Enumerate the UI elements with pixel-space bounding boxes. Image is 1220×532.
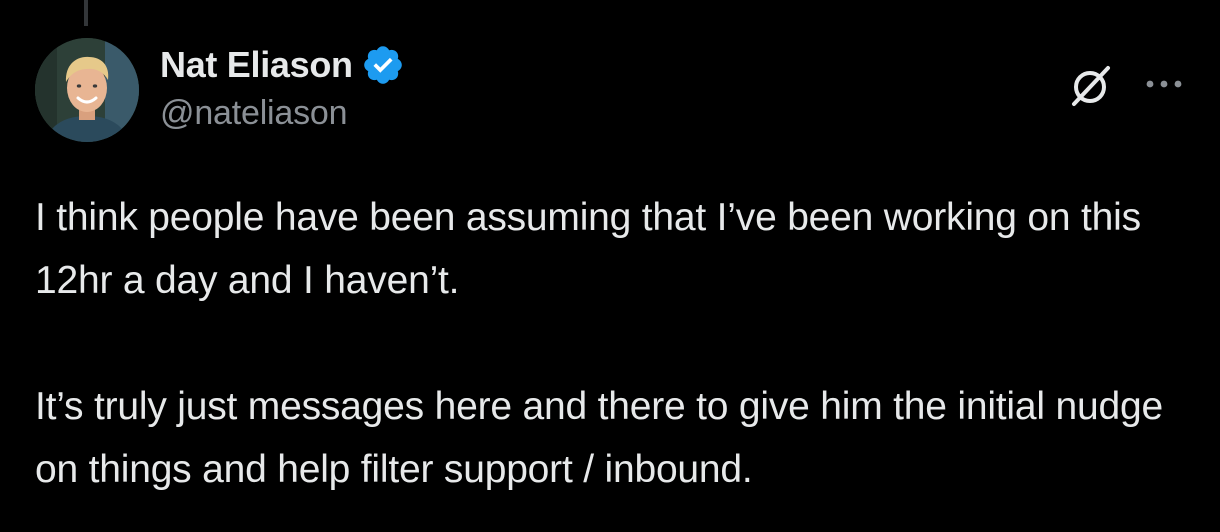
tweet-paragraph: It’s truly just messages here and there … bbox=[35, 385, 1163, 491]
tweet-author: Nat Eliason @nateliason bbox=[160, 42, 405, 133]
thread-connector-line bbox=[84, 0, 88, 26]
grok-icon[interactable] bbox=[1066, 60, 1116, 110]
avatar[interactable] bbox=[35, 38, 139, 142]
more-icon[interactable] bbox=[1140, 64, 1188, 104]
tweet-text: I think people have been assuming that I… bbox=[35, 186, 1195, 501]
tweet-paragraph: I think people have been assuming that I… bbox=[35, 196, 1141, 302]
author-name-row: Nat Eliason bbox=[160, 42, 405, 88]
author-handle[interactable]: @nateliason bbox=[160, 94, 405, 133]
verified-badge-icon[interactable] bbox=[361, 43, 405, 87]
avatar-image bbox=[35, 38, 139, 142]
author-display-name[interactable]: Nat Eliason bbox=[160, 44, 353, 86]
